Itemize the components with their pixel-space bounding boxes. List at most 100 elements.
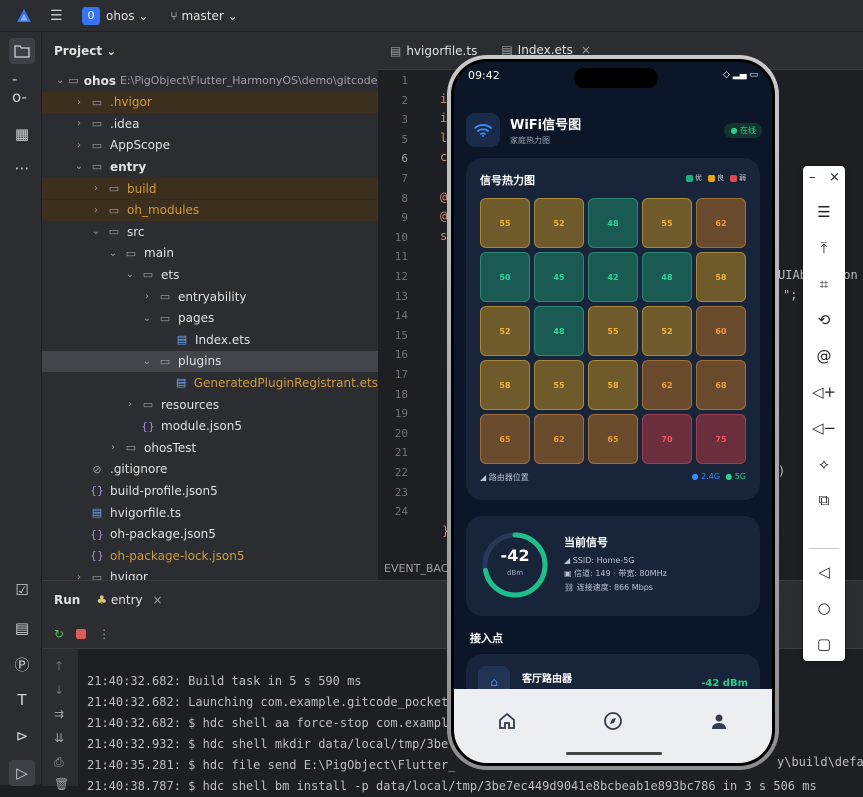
tree-item[interactable]: {} module.json5 [42,416,378,437]
heatmap-cell[interactable]: 55 [534,360,584,410]
heatmap-cell[interactable]: 52 [642,306,692,356]
heatmap-cell[interactable]: 48 [534,306,584,356]
chevron-down-icon[interactable]: ⌄ [73,161,85,172]
shake-icon[interactable]: ⟡ [803,452,845,476]
heatmap-cell[interactable]: 65 [588,414,638,464]
services-tool-icon[interactable]: ⊳ [12,726,32,746]
tree-item[interactable]: ⌄ ▭ src [42,221,378,242]
tree-item[interactable]: › ▭ .hvigor [42,91,378,113]
chevron-down-icon[interactable]: ⌄ [90,226,102,237]
tree-item[interactable]: ⌄ ▭ entry [42,156,378,177]
project-badge[interactable]: 0 [82,6,100,25]
tree-item[interactable]: › ▭ ohosTest [42,437,378,458]
tree-item[interactable]: ▤ Index.ets [42,329,378,350]
rerun-icon[interactable]: ↻ [54,627,64,641]
back-icon[interactable]: ◁ [803,560,845,584]
tree-item[interactable]: › ▭ .idea [42,113,378,134]
heatmap-cell[interactable]: 62 [642,360,692,410]
project-panel-header[interactable]: Project ⌄ [42,32,378,70]
tree-item[interactable]: {} oh-package.json5 [42,524,378,545]
tree-item[interactable]: ⊘ .gitignore [42,459,378,480]
heatmap-cell[interactable]: 55 [588,306,638,356]
heatmap-cell[interactable]: 68 [696,360,746,410]
chevron-down-icon[interactable]: ⌄ [141,313,153,324]
close-run-tab-icon[interactable]: × [152,593,162,607]
heatmap-cell[interactable]: 58 [588,360,638,410]
structure-tool-icon[interactable]: ▦ [12,124,32,144]
chevron-right-icon[interactable]: › [124,399,136,410]
compass-icon[interactable] [601,709,625,733]
project-switcher[interactable]: ohos ⌄ [106,9,148,23]
volume-down-icon[interactable]: ◁− [803,416,845,440]
main-menu-icon[interactable]: ☰ [50,8,66,24]
close-emulator-button[interactable]: × [829,170,840,185]
chevron-down-icon[interactable]: ⌄ [124,269,136,280]
tree-item[interactable]: ⌄ ▭ pages [42,308,378,329]
tree-item[interactable]: ⌄ ▭ main [42,243,378,264]
heatmap-cell[interactable]: 75 [696,414,746,464]
tree-item[interactable]: ⌄ ▭ ohos E:\PigObject\Flutter_HarmonyOS\dem… [42,70,390,91]
heatmap-cell[interactable]: 70 [642,414,692,464]
chevron-right-icon[interactable]: › [90,183,102,194]
heatmap-cell[interactable]: 62 [534,414,584,464]
tree-item[interactable]: ⌄ ▭ plugins [42,350,378,372]
tree-item[interactable]: › ▭ resources [42,394,378,415]
heatmap-cell[interactable]: 48 [588,198,638,248]
heatmap-cell[interactable]: 60 [696,306,746,356]
tree-item[interactable]: ⌄ ▭ ets [42,264,378,285]
commit-tool-icon[interactable]: -o- [12,70,32,106]
heatmap-cell[interactable]: 58 [480,360,530,410]
multi-screen-icon[interactable]: ⧉ [803,488,845,512]
scroll-end-icon[interactable]: ⇊ [54,731,64,745]
heatmap-cell[interactable]: 48 [642,252,692,302]
chevron-right-icon[interactable]: › [141,291,153,302]
scroll-down-icon[interactable]: ↓ [54,683,64,697]
tree-item[interactable]: ▤ GeneratedPluginRegistrant.ets [42,372,378,393]
heatmap-cell[interactable]: 52 [480,306,530,356]
heatmap-cell[interactable]: 58 [696,252,746,302]
chevron-right-icon[interactable]: › [73,118,85,129]
tree-item[interactable]: › ▭ build [42,178,378,199]
heatmap-cell[interactable]: 50 [480,252,530,302]
profiler-tool-icon[interactable]: Ⓟ [12,654,32,674]
rotate-icon[interactable]: ⟲ [803,308,845,332]
stop-icon[interactable] [76,628,87,639]
delete-icon[interactable]: 🗑 [54,777,69,791]
scroll-up-icon[interactable]: ↑ [54,659,64,673]
menu-icon[interactable]: ☰ [803,200,845,224]
run-tool-icon[interactable]: ▷ [9,760,35,786]
heatmap-cell[interactable]: 62 [696,198,746,248]
tree-item[interactable]: {} oh-package-lock.json5 [42,545,378,566]
chevron-down-icon[interactable]: ⌄ [56,75,64,86]
heatmap-cell[interactable]: 55 [480,198,530,248]
home-icon[interactable]: ○ [803,596,845,620]
recents-icon[interactable]: ▢ [803,632,845,656]
log-tool-icon[interactable]: ▤ [12,618,32,638]
more-tools-icon[interactable]: ⋯ [12,158,32,178]
phone-screen[interactable]: 09:42 ◇ ▂▄ ▭ WiFi信号图 家庭热力图 ● 在线 信号热力图 优 良… [451,59,775,766]
volume-up-icon[interactable]: ◁+ [803,380,845,404]
heatmap-cell[interactable]: 52 [534,198,584,248]
chevron-right-icon[interactable]: › [73,140,85,151]
chevron-down-icon[interactable]: ⌄ [141,356,153,367]
tree-item[interactable]: › ▭ entryability [42,286,378,307]
chevron-down-icon[interactable]: ⌄ [107,248,119,259]
person-icon[interactable] [707,709,731,733]
soft-wrap-icon[interactable]: ⇉ [54,707,64,721]
tree-item[interactable]: ▤ hvigorfile.ts [42,502,378,523]
tree-item[interactable]: › ▭ AppScope [42,135,378,156]
tree-item[interactable]: {} build-profile.json5 [42,480,378,501]
terminal-tool-icon[interactable]: T [12,690,32,710]
chevron-right-icon[interactable]: › [73,97,85,108]
heatmap-cell[interactable]: 65 [480,414,530,464]
more-options-icon[interactable]: ⋮ [98,627,110,641]
crop-icon[interactable]: ⌗ [803,272,845,296]
project-tool-icon[interactable] [9,38,35,64]
at-icon[interactable]: @ [803,344,845,368]
run-config-tab[interactable]: ♣ entry × [96,593,162,607]
heatmap-cell[interactable]: 42 [588,252,638,302]
home-icon[interactable] [495,709,519,733]
minimize-emulator-button[interactable]: – [809,170,816,185]
chevron-right-icon[interactable]: › [90,205,102,216]
print-icon[interactable]: ⎙ [54,755,64,770]
